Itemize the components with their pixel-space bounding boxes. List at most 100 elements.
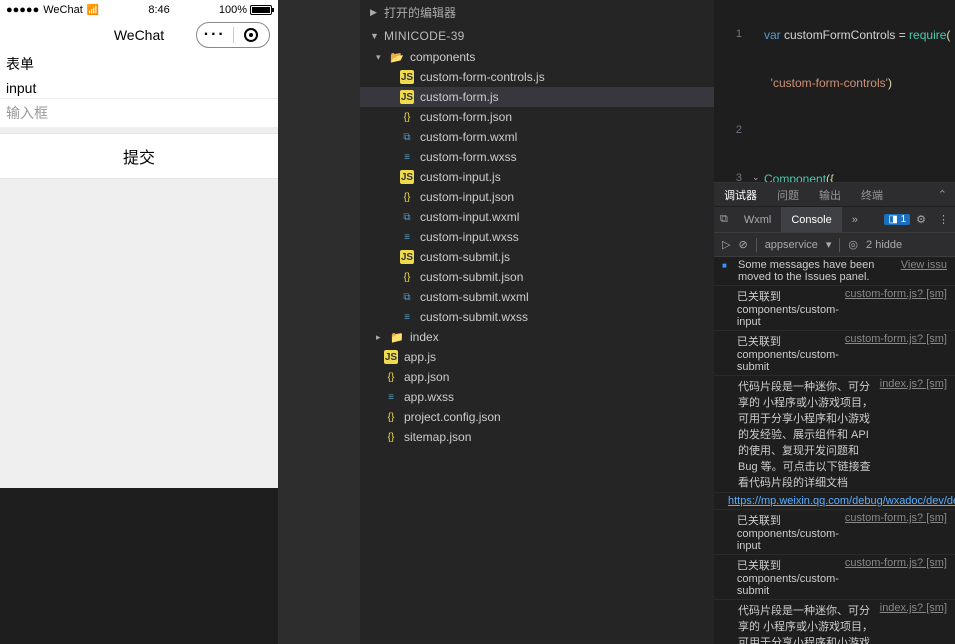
file-label: custom-form.json xyxy=(420,110,512,124)
file-row[interactable]: app.json xyxy=(360,367,714,387)
wxss-file-icon xyxy=(384,390,398,404)
close-circle-icon[interactable] xyxy=(234,28,270,42)
submit-button[interactable]: 提交 xyxy=(0,133,278,179)
more-vert-icon[interactable]: ⋮ xyxy=(932,213,955,226)
file-row[interactable]: custom-input.wxss xyxy=(360,227,714,247)
devtools-tabs: ⧉ Wxml Console » ◨ 1 ⚙ ⋮ xyxy=(714,207,955,233)
menu-dots-icon[interactable]: ··· xyxy=(197,26,233,44)
eye-icon[interactable]: ◎ xyxy=(848,238,858,251)
file-label: custom-form.wxml xyxy=(420,130,517,144)
file-row[interactable]: JScustom-submit.js xyxy=(360,247,714,267)
file-row[interactable]: JS custom-form-controls.js xyxy=(360,67,714,87)
field-name: input xyxy=(0,78,278,98)
doc-link[interactable]: https://mp.weixin.qq.com/debug/wxadoc/de… xyxy=(728,495,955,507)
panel-collapse-icon[interactable]: ⌃ xyxy=(930,188,955,201)
tab-output[interactable]: 输出 xyxy=(809,183,851,206)
open-editors-header[interactable]: ▶ 打开的编辑器 xyxy=(360,0,714,25)
chevron-down-icon: ▾ xyxy=(376,52,384,63)
js-file-icon: JS xyxy=(400,90,414,104)
folder-index[interactable]: ▸ index xyxy=(360,327,714,347)
file-label: custom-input.wxss xyxy=(420,230,519,244)
text-input[interactable]: 输入框 xyxy=(0,98,278,127)
file-row[interactable]: custom-form.json xyxy=(360,107,714,127)
file-label: custom-form-controls.js xyxy=(420,70,545,84)
tab-wxml[interactable]: Wxml xyxy=(734,207,782,232)
tab-issues[interactable]: 问题 xyxy=(767,183,809,206)
tab-debugger[interactable]: 调试器 xyxy=(714,183,767,206)
signal-dots: ●●●●● xyxy=(6,4,39,16)
file-row[interactable]: JScustom-form.js xyxy=(360,87,714,107)
tab-console[interactable]: Console xyxy=(781,207,841,232)
file-label: custom-submit.wxss xyxy=(420,310,528,324)
file-label: custom-input.wxml xyxy=(420,210,519,224)
console-toolbar: ▷ ⊘ appservice ▾ ◎ 2 hidde xyxy=(714,233,955,257)
play-icon[interactable]: ▷ xyxy=(722,238,730,251)
form-title: 表单 xyxy=(0,50,278,78)
project-header[interactable]: ▼ MINICODE-39 xyxy=(360,25,714,47)
battery-icon xyxy=(250,5,272,15)
json-file-icon xyxy=(384,370,398,384)
tab-more[interactable]: » xyxy=(842,207,868,232)
file-label: sitemap.json xyxy=(404,430,471,444)
file-row[interactable]: custom-form.wxss xyxy=(360,147,714,167)
js-file-icon: JS xyxy=(400,250,414,264)
file-label: custom-input.json xyxy=(420,190,514,204)
json-file-icon xyxy=(400,190,414,204)
file-label: custom-submit.json xyxy=(420,270,523,284)
file-row[interactable]: custom-submit.json xyxy=(360,267,714,287)
capsule-menu[interactable]: ··· xyxy=(196,22,270,48)
inspect-icon[interactable]: ⧉ xyxy=(714,213,734,226)
file-row[interactable]: project.config.json xyxy=(360,407,714,427)
clear-icon[interactable]: ⊘ xyxy=(738,238,747,251)
explorer-panel: ▶ 打开的编辑器 ▼ MINICODE-39 ▾ components JScu… xyxy=(360,0,714,644)
open-editors-label: 打开的编辑器 xyxy=(384,4,456,21)
json-file-icon xyxy=(400,270,414,284)
dropdown-icon[interactable]: ▾ xyxy=(826,238,832,251)
js-file-icon: JS xyxy=(384,350,398,364)
file-row[interactable]: custom-input.json xyxy=(360,187,714,207)
panel-tabs: 调试器 问题 输出 终端 ⌃ xyxy=(714,183,955,207)
folder-label: index xyxy=(410,330,439,344)
json-file-icon xyxy=(400,110,414,124)
folder-open-icon xyxy=(390,50,404,64)
console-output[interactable]: Some messages have been moved to the Iss… xyxy=(714,257,955,644)
file-label: custom-form.wxss xyxy=(420,150,517,164)
carrier-label: WeChat xyxy=(43,4,83,16)
file-row[interactable]: custom-form.wxml xyxy=(360,127,714,147)
wifi-icon xyxy=(87,4,99,16)
clock: 8:46 xyxy=(148,4,169,16)
page-body: 表单 input 输入框 提交 xyxy=(0,50,278,488)
file-label: custom-submit.wxml xyxy=(420,290,529,304)
file-row[interactable]: custom-input.wxml xyxy=(360,207,714,227)
wxss-file-icon xyxy=(400,230,414,244)
editor-and-debug: 1var customFormControls = require( 'cust… xyxy=(714,0,955,644)
json-file-icon xyxy=(384,410,398,424)
file-label: app.wxss xyxy=(404,390,454,404)
file-row[interactable]: custom-submit.wxml xyxy=(360,287,714,307)
folder-icon xyxy=(390,330,404,344)
nav-bar: WeChat ··· xyxy=(0,20,278,50)
file-row[interactable]: custom-submit.wxss xyxy=(360,307,714,327)
gutter-spacer xyxy=(278,0,360,644)
gear-icon[interactable]: ⚙ xyxy=(910,213,932,226)
wxss-file-icon xyxy=(400,310,414,324)
js-file-icon: JS xyxy=(400,70,414,84)
simulator-panel: ●●●●● WeChat 8:46 100% WeChat ··· 表单 inp… xyxy=(0,0,278,488)
file-row[interactable]: sitemap.json xyxy=(360,427,714,447)
js-file-icon: JS xyxy=(400,170,414,184)
wxml-file-icon xyxy=(400,290,414,304)
battery-pct: 100% xyxy=(219,4,247,16)
file-label: custom-input.js xyxy=(420,170,501,184)
chevron-down-icon: ▼ xyxy=(370,31,378,41)
file-row[interactable]: JS custom-input.js xyxy=(360,167,714,187)
tab-terminal[interactable]: 终端 xyxy=(851,183,893,206)
wxss-file-icon xyxy=(400,150,414,164)
warning-badge[interactable]: ◨ 1 xyxy=(884,214,910,225)
folder-components[interactable]: ▾ components xyxy=(360,47,714,67)
code-editor[interactable]: 1var customFormControls = require( 'cust… xyxy=(714,0,955,182)
file-label: app.js xyxy=(404,350,436,364)
context-selector[interactable]: appservice xyxy=(765,239,818,251)
file-row[interactable]: JS app.js xyxy=(360,347,714,367)
file-row[interactable]: app.wxss xyxy=(360,387,714,407)
file-label: app.json xyxy=(404,370,449,384)
